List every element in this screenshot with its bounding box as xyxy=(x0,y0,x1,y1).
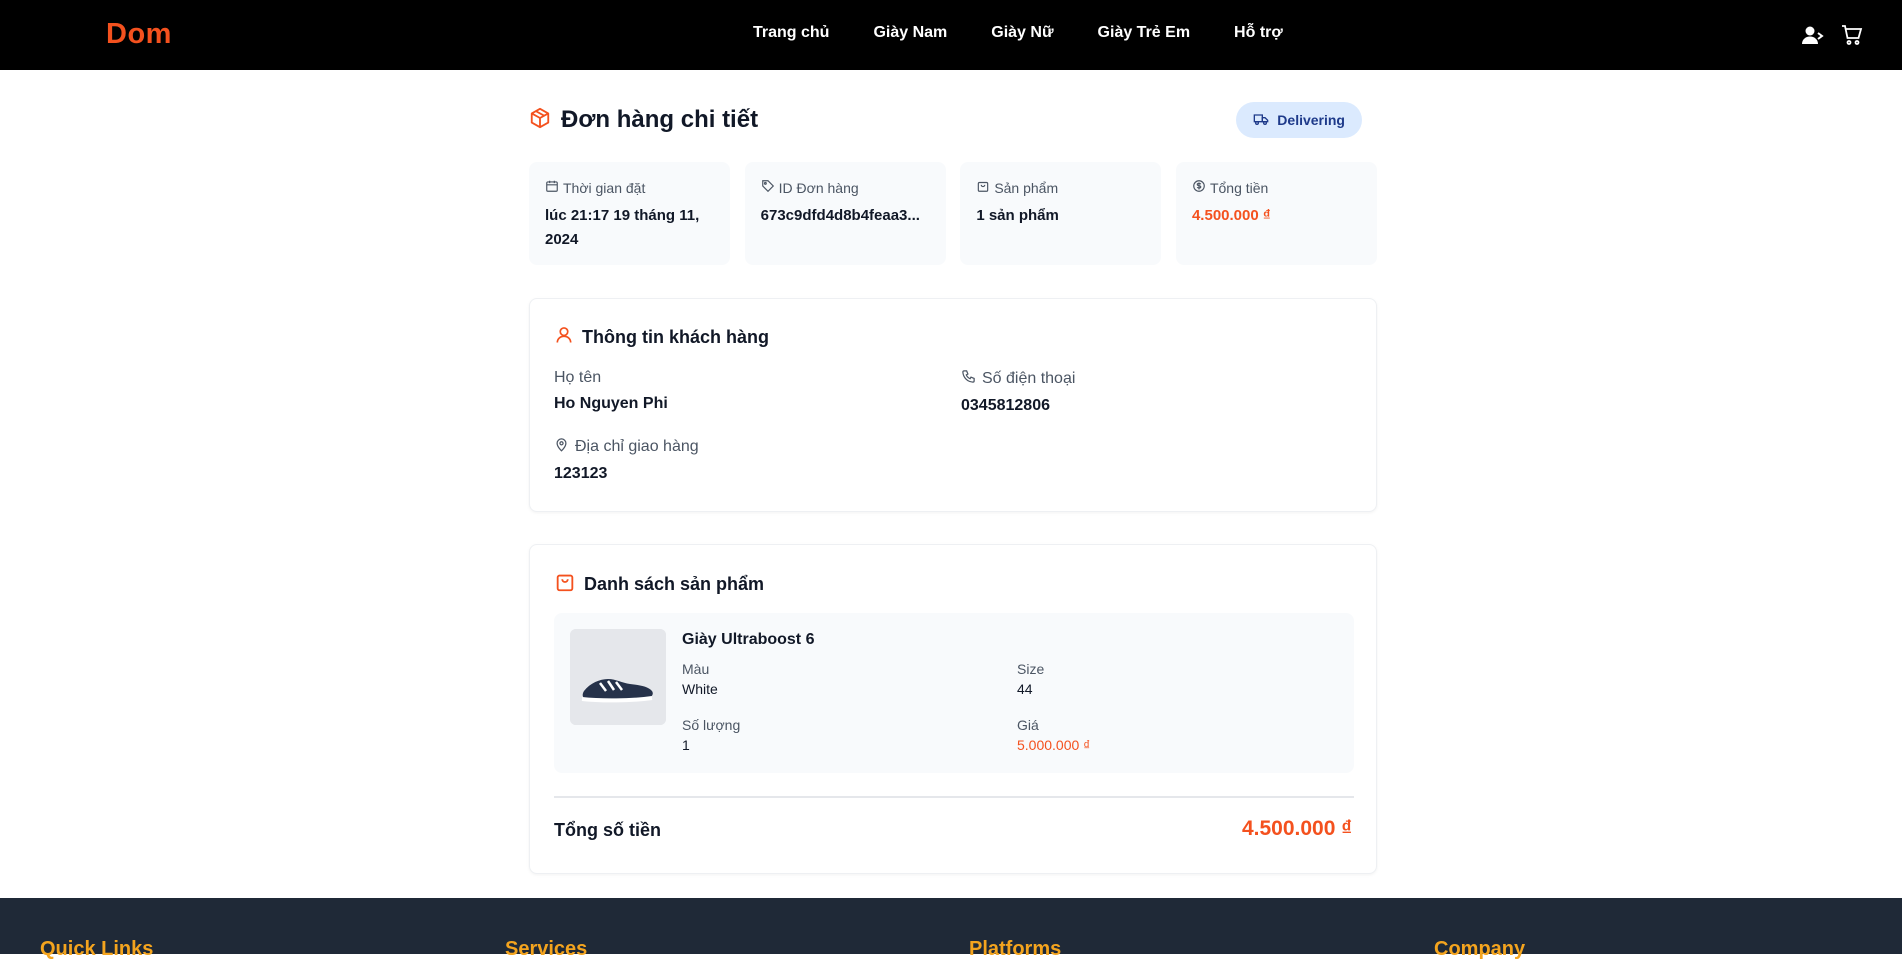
customer-card-title-text: Thông tin khách hàng xyxy=(582,327,769,347)
field-name-value: Ho Nguyen Phi xyxy=(554,395,668,412)
user-icon[interactable] xyxy=(1800,23,1824,47)
footer-heading-platforms: Platforms xyxy=(969,938,1062,960)
stat-card-order-id: ID Đơn hàng 673c9dfd4d8b4feaa3... xyxy=(744,162,946,265)
status-text: Delivering xyxy=(1277,112,1345,128)
user-outline-icon xyxy=(554,325,582,350)
order-total-value: 4.500.000 ₫ xyxy=(1241,817,1352,840)
product-image xyxy=(570,629,666,725)
footer-heading-company: Company xyxy=(1434,938,1526,960)
products-card-title-text: Danh sách sản phẩm xyxy=(584,574,765,594)
footer: Quick Links Services Platforms Company xyxy=(0,898,1902,960)
footer-heading-quick-links: Quick Links xyxy=(40,938,154,960)
nav-link-women-shoes[interactable]: Giày Nữ xyxy=(991,24,1053,42)
cart-icon[interactable] xyxy=(1840,23,1864,47)
product-item[interactable]: Giày Ultraboost 6 Màu White Size 44 Số l… xyxy=(554,613,1354,773)
stat-card-products: Sản phẩm 1 sản phẩm xyxy=(960,162,1162,265)
product-quantity: Số lượng 1 xyxy=(682,717,740,753)
customer-info-card: Thông tin khách hàng Họ tên Ho Nguyen Ph… xyxy=(529,298,1377,512)
order-total-label: Tổng số tiền xyxy=(554,820,661,840)
status-badge: Delivering xyxy=(1236,102,1362,138)
stat-label-id: ID Đơn hàng xyxy=(761,179,930,196)
stat-card-total: Tổng tiền 4.500.000 ₫ xyxy=(1175,162,1377,265)
field-phone-value: 0345812806 xyxy=(961,397,1050,414)
page-header: Đơn hàng chi tiết Delivering xyxy=(529,100,1377,142)
product-size-label: Size xyxy=(1017,661,1045,677)
top-navbar: Dom Trang chủ Giày Nam Giày Nữ Giày Trẻ … xyxy=(0,0,1902,70)
customer-card-title: Thông tin khách hàng xyxy=(554,325,769,350)
product-size-value: 44 xyxy=(1017,681,1033,697)
product-price-label: Giá xyxy=(1017,717,1039,733)
product-price: Giá 5.000.000 ₫ xyxy=(1017,717,1090,753)
field-address: Địa chỉ giao hàng 123123 xyxy=(554,437,699,483)
stat-label-time-text: Thời gian đặt xyxy=(563,179,646,196)
field-name-label: Họ tên xyxy=(554,369,602,386)
product-size: Size 44 xyxy=(1017,661,1044,697)
map-pin-icon xyxy=(554,437,575,457)
order-stats: Thời gian đặt lúc 21:17 19 tháng 11, 202… xyxy=(529,162,1377,265)
field-address-value: 123123 xyxy=(554,465,608,482)
nav-links: Trang chủ Giày Nam Giày Nữ Giày Trẻ Em H… xyxy=(753,24,1327,42)
shopping-bag-icon xyxy=(976,179,994,196)
stat-label-products-text: Sản phẩm xyxy=(994,179,1059,196)
product-name: Giày Ultraboost 6 xyxy=(682,631,815,648)
nav-link-support[interactable]: Hỗ trợ xyxy=(1234,24,1283,42)
stat-label-total: Tổng tiền xyxy=(1192,179,1361,196)
field-phone-label: Số điện thoại xyxy=(961,369,1075,389)
phone-icon xyxy=(961,369,982,389)
product-quantity-value: 1 xyxy=(682,737,690,753)
shopping-bag-icon xyxy=(554,571,584,598)
product-quantity-label: Số lượng xyxy=(682,717,741,733)
field-address-label: Địa chỉ giao hàng xyxy=(554,437,699,457)
stat-value-id: 673c9dfd4d8b4feaa3... xyxy=(760,207,920,224)
nav-link-men-shoes[interactable]: Giày Nam xyxy=(873,24,947,42)
page-title: Đơn hàng chi tiết xyxy=(561,106,759,133)
product-color-label: Màu xyxy=(682,661,710,677)
calendar-icon xyxy=(545,179,563,196)
nav-link-home[interactable]: Trang chủ xyxy=(753,24,829,42)
stat-value-time: lúc 21:17 19 tháng 11, 2024 xyxy=(545,207,700,248)
stat-label-time: Thời gian đặt xyxy=(545,179,714,196)
stat-value-total: 4.500.000 ₫ xyxy=(1191,207,1271,224)
tag-icon xyxy=(761,179,779,196)
nav-icons xyxy=(1784,23,1864,47)
product-list-card: Danh sách sản phẩm Giày Ultraboost 6 Màu… xyxy=(529,544,1377,874)
products-card-title: Danh sách sản phẩm xyxy=(554,571,764,598)
logo[interactable]: Dom xyxy=(106,18,172,51)
stat-value-products: 1 sản phẩm xyxy=(976,207,1059,224)
field-address-label-text: Địa chỉ giao hàng xyxy=(575,438,699,455)
page-title-wrap: Đơn hàng chi tiết xyxy=(529,106,758,134)
footer-heading-services: Services xyxy=(505,938,588,960)
product-color-value: White xyxy=(682,681,718,697)
field-phone-label-text: Số điện thoại xyxy=(982,370,1076,387)
product-color: Màu White xyxy=(682,661,718,697)
divider xyxy=(554,796,1354,798)
stat-label-total-text: Tổng tiền xyxy=(1209,179,1269,196)
dollar-icon xyxy=(1192,179,1210,196)
stat-card-order-time: Thời gian đặt lúc 21:17 19 tháng 11, 202… xyxy=(529,162,730,265)
nav-link-kids-shoes[interactable]: Giày Trẻ Em xyxy=(1098,24,1191,42)
product-price-value: 5.000.000 ₫ xyxy=(1017,737,1091,753)
field-name: Họ tên Ho Nguyen Phi xyxy=(554,369,668,413)
truck-icon xyxy=(1253,111,1277,130)
stat-label-products: Sản phẩm xyxy=(976,179,1145,196)
field-phone: Số điện thoại 0345812806 xyxy=(961,369,1075,415)
package-icon xyxy=(529,107,551,134)
stat-label-id-text: ID Đơn hàng xyxy=(778,179,859,196)
